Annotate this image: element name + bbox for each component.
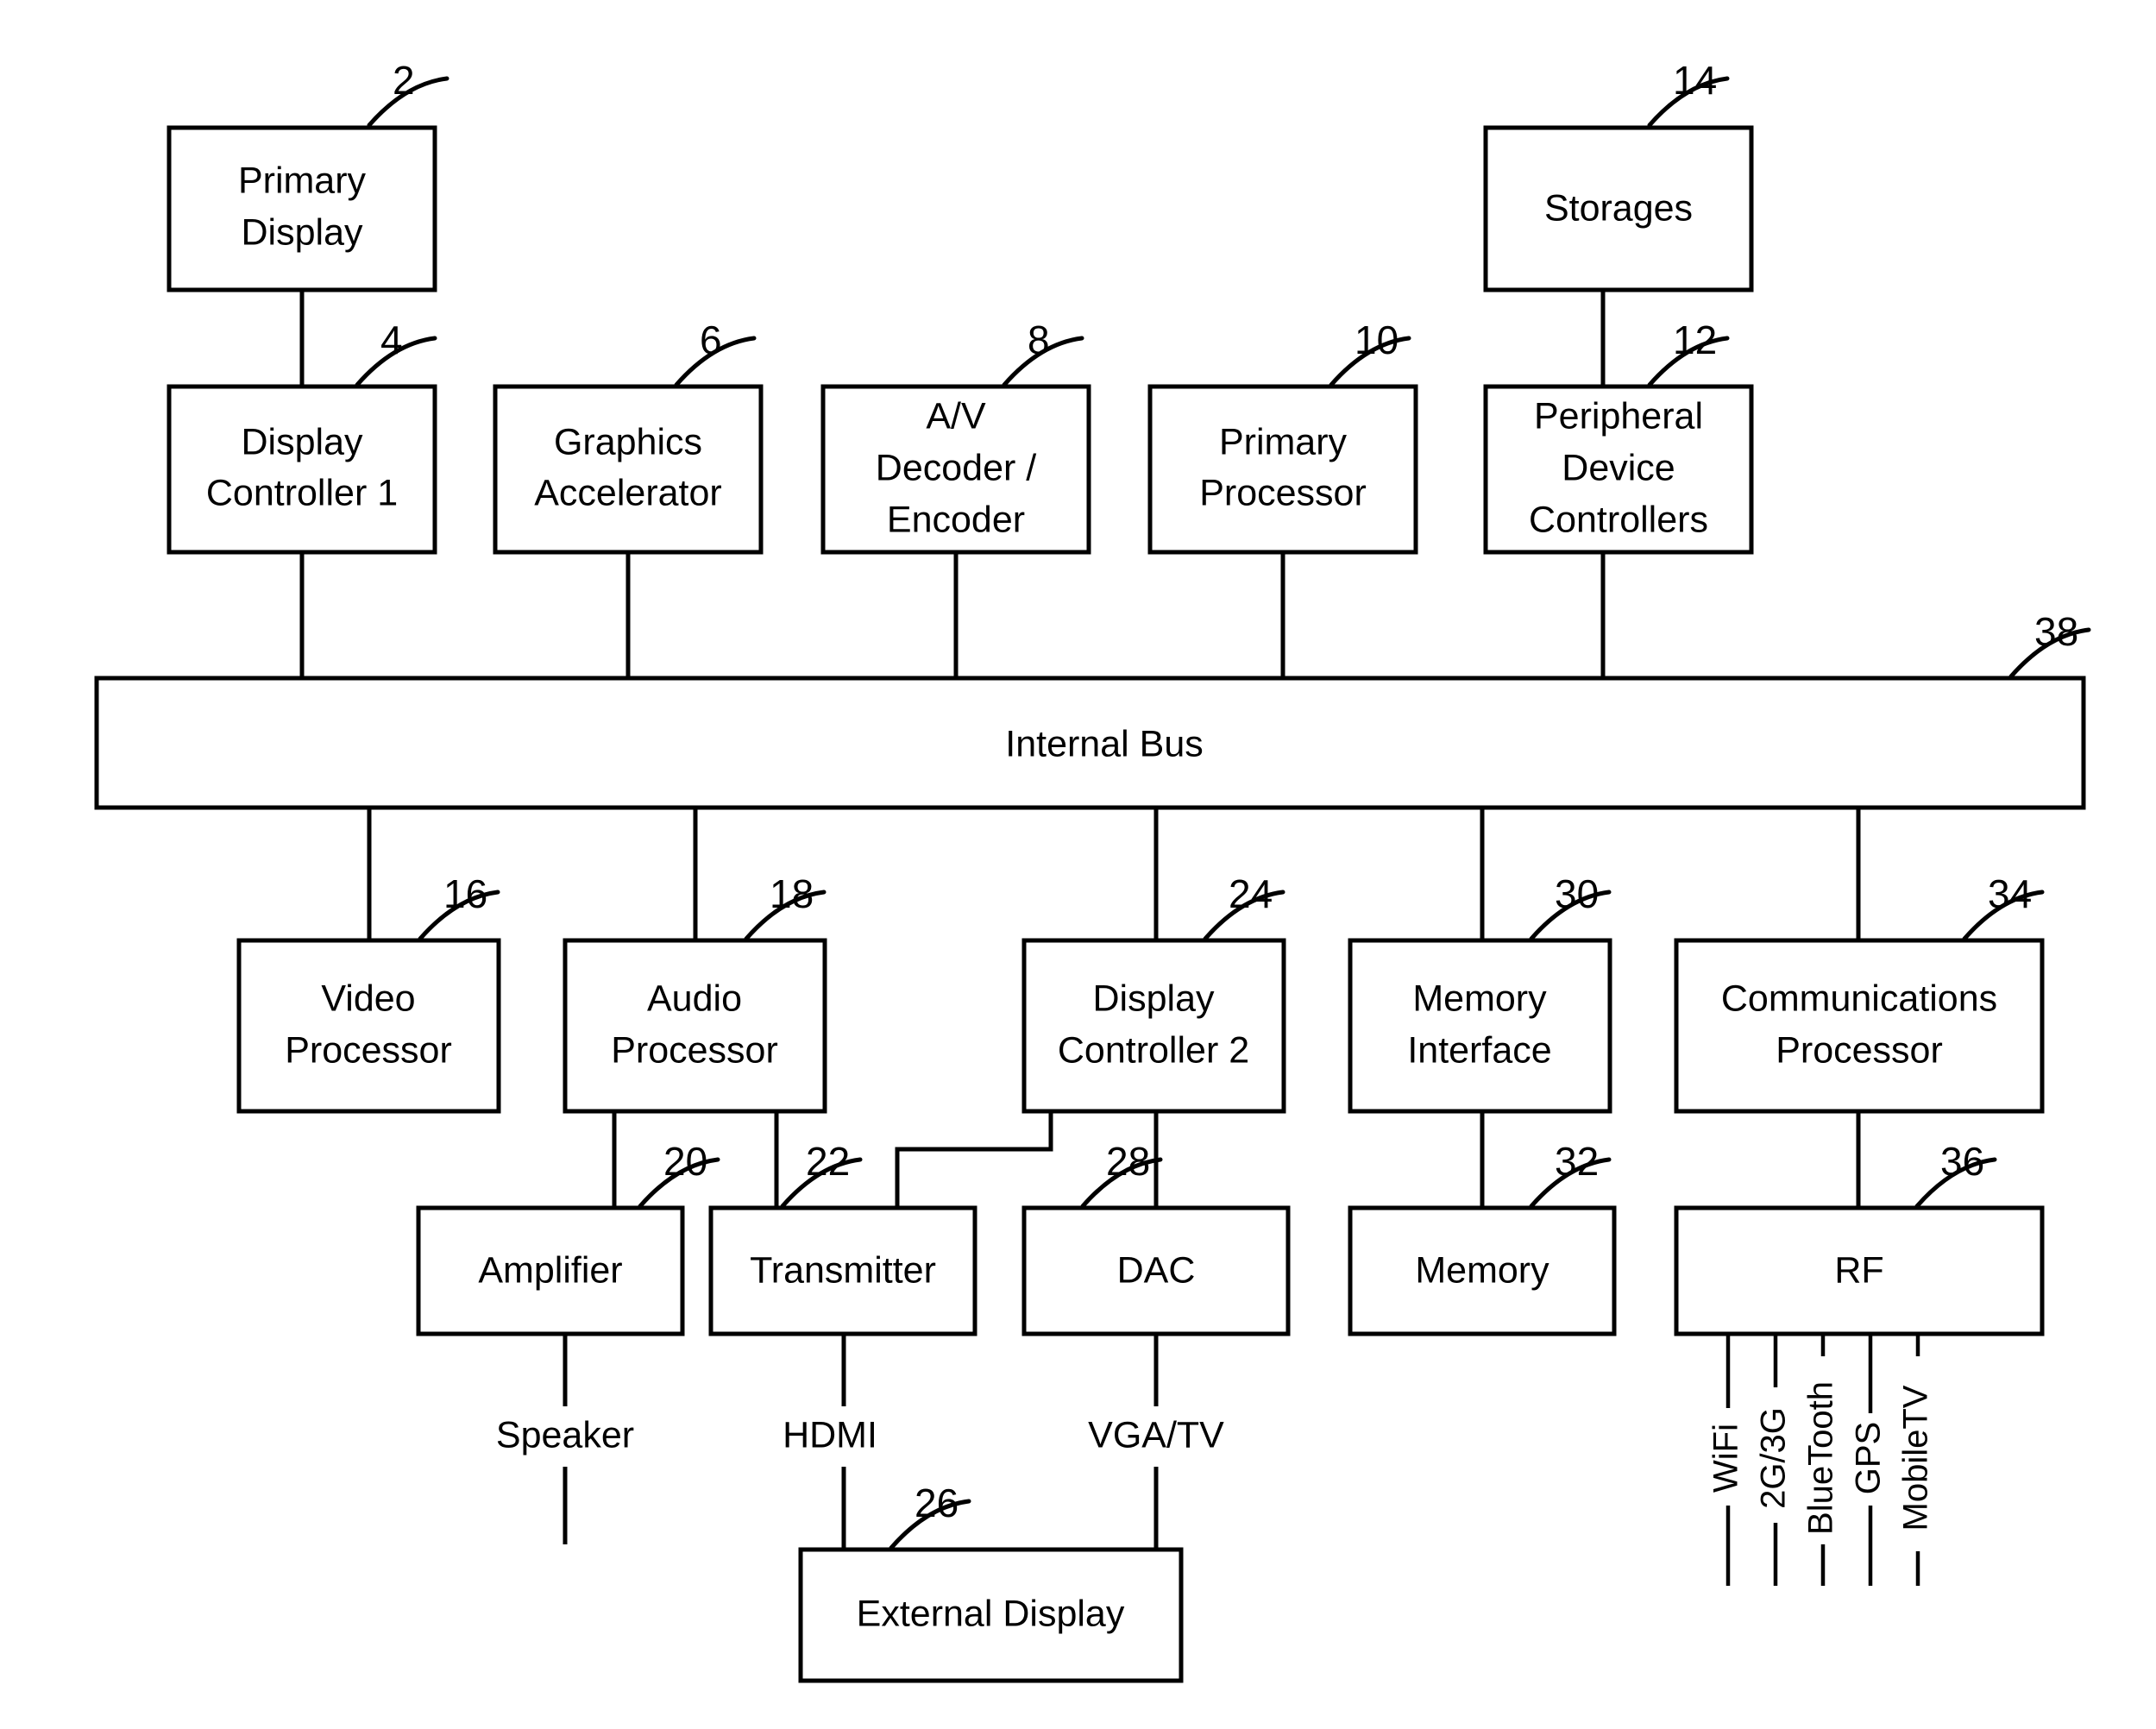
block-peripheral-device-controllers[interactable]: Peripheral Device Controllers	[1483, 384, 1754, 555]
block-graphics-accelerator[interactable]: Graphics Accelerator	[493, 384, 764, 555]
block-communications-processor-label-line2: Processor	[1776, 1029, 1943, 1071]
refnum-dac: 28	[1106, 1139, 1150, 1184]
block-primary-display-rect[interactable]	[167, 125, 437, 292]
block-av-decoder-encoder-label-line1: A/V	[926, 395, 986, 437]
refnum-primary-processor: 10	[1355, 318, 1399, 362]
block-primary-display-label-line1: Primary	[238, 160, 367, 201]
block-peripheral-device-controllers-label-line1: Peripheral	[1534, 395, 1703, 437]
block-transmitter-label: Transmitter	[750, 1249, 936, 1291]
block-av-decoder-encoder-label-line2: Decoder /	[876, 447, 1036, 488]
port-label-hdmi: HDMI	[783, 1414, 877, 1456]
block-display-controller-1[interactable]: Display Controller 1	[167, 384, 437, 555]
refnum-amplifier: 20	[663, 1139, 707, 1184]
diagram-canvas: Primary Display 2 Display Controller 1 4…	[0, 0, 2156, 1729]
block-graphics-accelerator-label-line2: Accelerator	[534, 472, 721, 513]
block-av-decoder-encoder[interactable]: A/V Decoder / Encoder	[820, 384, 1091, 555]
refnum-communications-processor: 34	[1988, 871, 2032, 916]
block-internal-bus-label: Internal Bus	[1005, 723, 1203, 764]
refnum-display-controller-1: 4	[380, 318, 403, 362]
block-memory-interface-label-line2: Interface	[1407, 1029, 1551, 1071]
refnum-display-controller-2: 24	[1229, 871, 1273, 916]
block-display-controller-2[interactable]: Display Controller 2	[1021, 938, 1286, 1114]
block-external-display-label: External Display	[857, 1593, 1125, 1634]
rf-label-2g3g: 2G/3G	[1755, 1407, 1793, 1509]
refnum-storages: 14	[1673, 58, 1717, 103]
refnum-rf: 36	[1940, 1139, 1984, 1184]
refnum-peripheral-device-controllers: 12	[1673, 318, 1717, 362]
block-primary-processor-label-line2: Processor	[1199, 472, 1367, 513]
block-audio-processor[interactable]: Audio Processor	[563, 938, 827, 1114]
block-graphics-accelerator-rect[interactable]	[493, 384, 764, 555]
block-primary-processor[interactable]: Primary Processor	[1147, 384, 1418, 555]
block-primary-display[interactable]: Primary Display	[167, 125, 437, 292]
refnum-transmitter: 22	[806, 1139, 850, 1184]
block-display-controller-2-rect[interactable]	[1021, 938, 1286, 1114]
block-memory-interface-rect[interactable]	[1348, 938, 1612, 1114]
port-label-speaker: Speaker	[496, 1414, 634, 1456]
block-communications-processor-rect[interactable]	[1674, 938, 2045, 1114]
block-rf[interactable]: RF	[1674, 1205, 2045, 1336]
refnum-memory-interface: 30	[1555, 871, 1599, 916]
block-memory-interface-label-line1: Memory	[1412, 978, 1547, 1019]
block-dac-label: DAC	[1117, 1249, 1196, 1291]
block-video-processor[interactable]: Video Processor	[236, 938, 501, 1114]
block-av-decoder-encoder-label-line3: Encoder	[887, 499, 1025, 540]
block-amplifier-label: Amplifier	[478, 1249, 622, 1291]
block-primary-processor-label-line1: Primary	[1219, 421, 1348, 462]
block-communications-processor[interactable]: Communications Processor	[1674, 938, 2045, 1114]
wire-display-controller-2-to-transmitter	[895, 1111, 1053, 1208]
block-storages-label: Storages	[1544, 187, 1693, 229]
block-audio-processor-label-line2: Processor	[611, 1029, 778, 1071]
block-audio-processor-label-line1: Audio	[647, 978, 742, 1019]
block-memory-label: Memory	[1415, 1249, 1549, 1291]
block-rf-label: RF	[1834, 1249, 1883, 1291]
block-internal-bus[interactable]: Internal Bus	[94, 676, 2086, 810]
block-communications-processor-label-line1: Communications	[1721, 978, 1997, 1019]
refnum-memory: 32	[1555, 1139, 1599, 1184]
refnum-external-display: 26	[915, 1481, 959, 1525]
block-graphics-accelerator-label-line1: Graphics	[554, 421, 702, 462]
block-transmitter[interactable]: Transmitter	[708, 1205, 977, 1336]
block-peripheral-device-controllers-label-line3: Controllers	[1529, 499, 1708, 540]
block-video-processor-label-line1: Video	[321, 978, 415, 1019]
block-display-controller-1-label-line1: Display	[242, 421, 363, 462]
rf-label-bluetooth: BlueTooth	[1802, 1381, 1840, 1535]
block-audio-processor-rect[interactable]	[563, 938, 827, 1114]
rf-label-wifi: WiFi	[1707, 1424, 1745, 1493]
refnum-av-decoder-encoder: 8	[1028, 318, 1050, 362]
block-storages[interactable]: Storages	[1483, 125, 1754, 292]
block-memory[interactable]: Memory	[1348, 1205, 1617, 1336]
block-display-controller-1-label-line2: Controller 1	[206, 472, 398, 513]
block-video-processor-label-line2: Processor	[285, 1029, 452, 1071]
port-label-vga-tv: VGA/TV	[1088, 1414, 1224, 1456]
block-peripheral-device-controllers-label-line2: Device	[1562, 447, 1675, 488]
rf-label-mobiletv: MobileTV	[1897, 1385, 1935, 1531]
refnum-primary-display: 2	[393, 58, 415, 103]
block-memory-interface[interactable]: Memory Interface	[1348, 938, 1612, 1114]
block-amplifier[interactable]: Amplifier	[416, 1205, 685, 1336]
refnum-graphics-accelerator: 6	[700, 318, 722, 362]
block-primary-display-label-line2: Display	[242, 211, 363, 253]
block-external-display[interactable]: External Display	[798, 1547, 1184, 1683]
refnum-video-processor: 16	[443, 871, 487, 916]
refnum-internal-bus: 38	[2034, 609, 2078, 654]
block-display-controller-2-label-line1: Display	[1093, 978, 1215, 1019]
block-display-controller-1-rect[interactable]	[167, 384, 437, 555]
block-display-controller-2-label-line2: Controller 2	[1058, 1029, 1249, 1071]
rf-label-gps: GPS	[1850, 1422, 1888, 1494]
block-dac[interactable]: DAC	[1021, 1205, 1291, 1336]
refnum-audio-processor: 18	[770, 871, 814, 916]
block-primary-processor-rect[interactable]	[1147, 384, 1418, 555]
block-video-processor-rect[interactable]	[236, 938, 501, 1114]
block-diagram-svg: Primary Display 2 Display Controller 1 4…	[94, 58, 2091, 1683]
